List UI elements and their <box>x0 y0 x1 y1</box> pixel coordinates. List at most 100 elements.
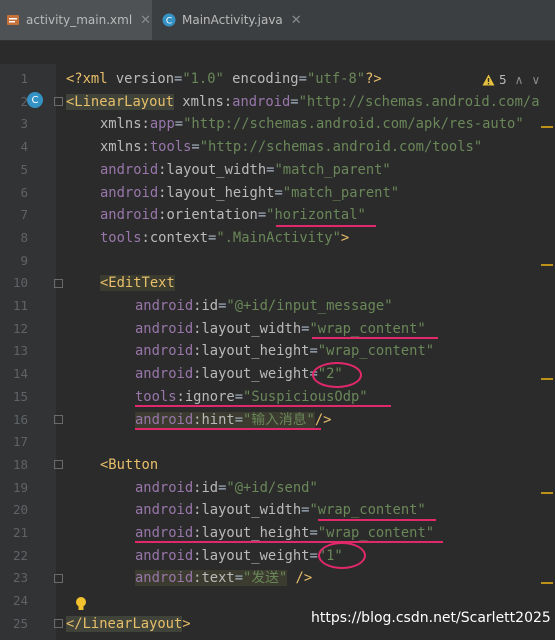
token: android <box>135 320 194 337</box>
token: = <box>234 411 244 428</box>
close-icon[interactable]: ✕ <box>140 13 151 28</box>
code-line-22[interactable]: android:layout_weight="1" <box>135 545 343 568</box>
close-icon[interactable]: ✕ <box>291 13 302 28</box>
token: :layout_height <box>193 525 310 541</box>
token: android <box>135 479 194 496</box>
class-gutter-icon[interactable]: C <box>27 92 43 108</box>
code-line-7[interactable]: android:orientation="horizontal" <box>100 204 366 227</box>
code-line-13[interactable]: android:layout_height="wrap_content" <box>135 340 434 363</box>
chevron-up-icon[interactable]: ∧ <box>515 73 524 87</box>
tab-mainactivity-java[interactable]: C MainActivity.java ✕ <box>156 0 326 40</box>
token: = <box>274 184 283 201</box>
fold-toggle-icon[interactable] <box>54 574 63 583</box>
line-number: 14 <box>12 366 28 382</box>
token: android <box>135 411 194 428</box>
code-line-23[interactable]: android:text="发送" /> <box>135 567 312 590</box>
token: = <box>257 207 267 224</box>
token: :id <box>193 298 219 314</box>
warning-icon <box>482 74 495 86</box>
code-line-5[interactable]: android:layout_width="match_parent" <box>100 159 391 182</box>
token: :hint <box>193 411 235 428</box>
fold-toggle-icon[interactable] <box>54 97 63 106</box>
token: android <box>100 184 159 201</box>
fold-toggle-icon[interactable] <box>54 619 63 628</box>
annotation-circle <box>312 362 362 388</box>
token: :id <box>193 479 219 496</box>
line-number: 24 <box>12 593 28 609</box>
line-number: 5 <box>20 161 28 177</box>
token: android <box>232 93 291 110</box>
code-line-25[interactable]: </LinearLayout> <box>66 613 191 636</box>
line-number: 25 <box>12 615 28 631</box>
annotation-underline <box>312 337 438 339</box>
token: </LinearLayout <box>66 615 183 632</box>
code-line-10[interactable]: <EditText <box>100 272 175 295</box>
token: <Button <box>100 456 159 473</box>
token: "@+id/input_message" <box>226 298 393 314</box>
token: xml <box>82 71 108 87</box>
editor-tab-bar: activity_main.xml ✕ C MainActivity.java … <box>0 0 555 41</box>
line-number: 7 <box>20 207 28 223</box>
token: > <box>340 229 350 246</box>
line-number: 6 <box>20 184 28 200</box>
token: android <box>135 366 194 383</box>
token: android <box>100 161 159 178</box>
token: tools <box>100 229 142 246</box>
token: android <box>100 207 159 224</box>
warning-stripe[interactable] <box>541 126 553 128</box>
annotation-underline <box>135 541 443 543</box>
warning-stripe[interactable] <box>541 492 553 494</box>
code-line-18[interactable]: <Button <box>100 454 158 477</box>
warning-stripe[interactable] <box>541 378 553 380</box>
annotation-circle <box>318 542 366 569</box>
tab-activity-main-xml[interactable]: activity_main.xml ✕ <box>0 0 152 40</box>
token: "horizontal" <box>266 207 366 224</box>
code-line-2[interactable]: <LinearLayout xmlns:android="http://sche… <box>66 91 540 114</box>
tab-label: activity_main.xml <box>26 13 133 27</box>
token: <LinearLayout <box>66 93 174 110</box>
token: app <box>149 116 175 133</box>
line-number: 4 <box>20 139 28 155</box>
token: :layout_height <box>158 184 275 201</box>
token: "http://schemas.android.com/a <box>298 93 540 110</box>
token: android <box>135 502 194 519</box>
line-number: 23 <box>12 570 28 586</box>
token: android <box>135 298 194 314</box>
code-line-11[interactable]: android:id="@+id/input_message" <box>135 295 393 318</box>
warning-stripe[interactable] <box>541 582 553 584</box>
line-number: 21 <box>12 525 28 540</box>
token: :layout_width <box>193 502 302 519</box>
token: android <box>135 570 194 587</box>
code-line-8[interactable]: tools:context=".MainActivity"> <box>100 227 349 250</box>
line-number: 2 <box>20 93 28 109</box>
fold-toggle-icon[interactable] <box>54 415 63 424</box>
token: "match_parent" <box>274 161 391 178</box>
fold-toggle-icon[interactable] <box>54 460 63 469</box>
token: "http://schemas.android.com/apk/res-auto… <box>183 116 524 133</box>
token: ?> <box>365 71 382 87</box>
warning-stripe[interactable] <box>541 264 553 266</box>
token: :layout_height <box>193 343 310 360</box>
line-number: 11 <box>12 298 28 313</box>
chevron-down-icon[interactable]: ∨ <box>531 73 540 87</box>
inspection-widget[interactable]: 5 ∧ ∨ <box>482 73 540 87</box>
line-number: 18 <box>12 456 28 472</box>
code-line-1[interactable]: <?xml version="1.0" encoding="utf-8"?> <box>66 68 382 91</box>
code-line-19[interactable]: android:id="@+id/send" <box>135 477 318 500</box>
java-class-icon: C <box>162 13 176 27</box>
token: :text <box>193 570 235 587</box>
token: <EditText <box>100 275 175 292</box>
token: "utf-8" <box>306 71 366 87</box>
code-line-6[interactable]: android:layout_height="match_parent" <box>100 182 399 205</box>
code-line-4[interactable]: xmlns:tools="http://schemas.android.com/… <box>100 136 482 159</box>
token: "SuspiciousOdp" <box>243 388 368 405</box>
token: xmlns: <box>100 116 150 133</box>
lightbulb-icon[interactable] <box>74 596 88 612</box>
fold-toggle-icon[interactable] <box>54 279 63 288</box>
xml-file-icon <box>6 13 20 27</box>
line-number: 12 <box>12 320 28 336</box>
token: :layout_width <box>193 320 302 337</box>
token: /> <box>287 570 313 587</box>
annotation-underline <box>318 519 436 521</box>
code-line-3[interactable]: xmlns:app="http://schemas.android.com/ap… <box>100 113 524 136</box>
